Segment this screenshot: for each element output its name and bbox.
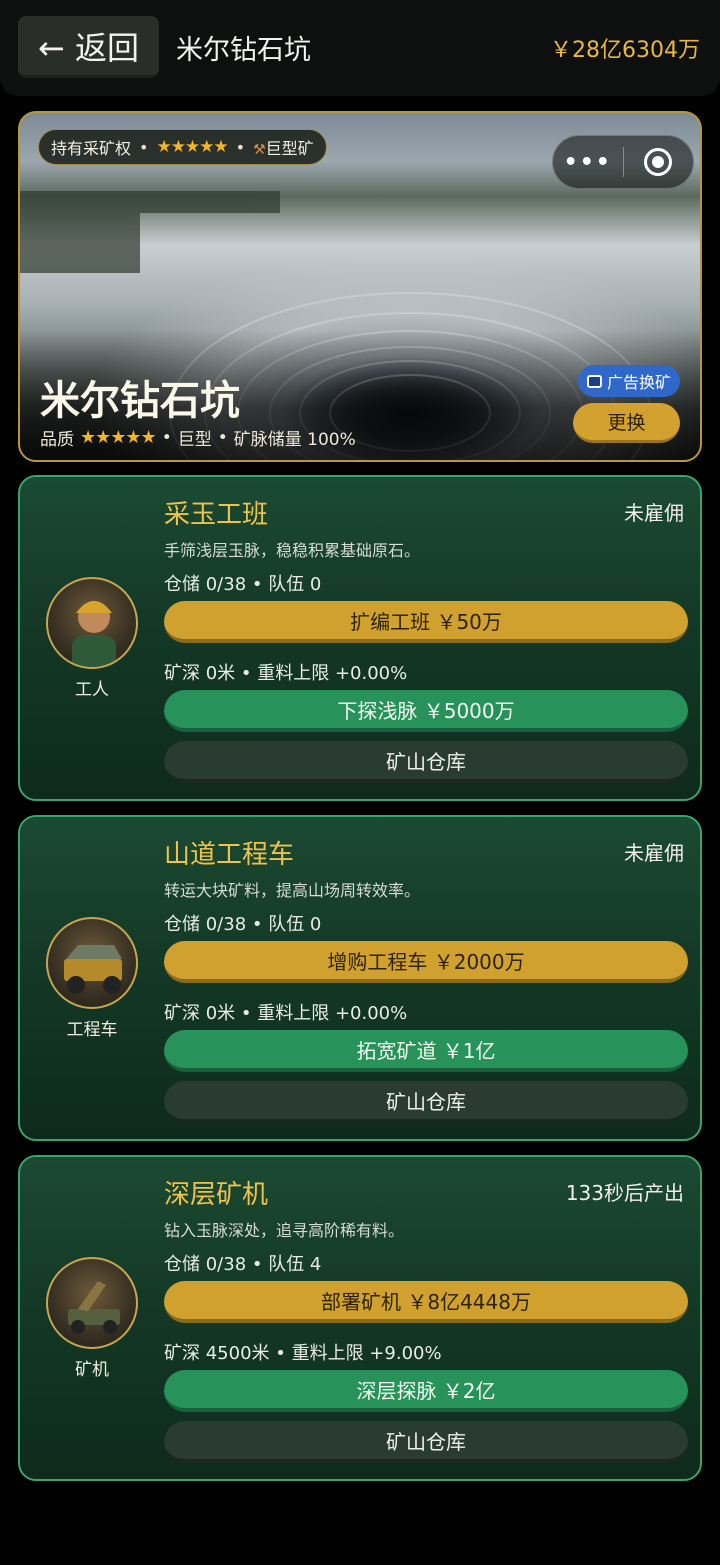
rights-tag: 持有采矿权	[51, 139, 132, 158]
star-rating-icon: ★★★★★	[156, 137, 228, 157]
depth-stats: 矿深 4500米 • 重料上限 +9.00%	[164, 1343, 442, 1364]
top-bar: ← 返回 米尔钻石坑 ￥28亿6304万	[0, 0, 720, 96]
money-balance: ￥28亿6304万	[550, 38, 700, 63]
separator-dot: •	[139, 137, 149, 157]
explore-vein-button[interactable]: 下探浅脉 ￥5000万	[164, 690, 688, 732]
unit-title: 采玉工班	[164, 500, 269, 530]
worker-icon	[46, 577, 138, 669]
mine-size: 巨型	[177, 430, 212, 450]
expand-team-button[interactable]: 扩编工班 ￥50万	[164, 601, 688, 643]
truck-icon	[46, 917, 138, 1009]
storage-team-stats: 仓储 0/38 • 队伍 0	[164, 574, 322, 595]
mini-program-capsule: •••	[552, 135, 694, 189]
drill-machine-icon	[46, 1257, 138, 1349]
avatar-label: 工人	[75, 680, 109, 700]
more-options-icon[interactable]: •••	[553, 150, 623, 175]
size-tag: ⚒巨型矿	[253, 135, 314, 159]
unit-title: 山道工程车	[164, 840, 295, 870]
avatar-label: 矿机	[75, 1360, 109, 1380]
mine-info: 品质 ★★★★★ • 巨型 • 矿脉储量 100%	[40, 425, 356, 450]
back-button[interactable]: ← 返回	[18, 16, 159, 78]
reserve-text: 矿脉储量 100%	[233, 430, 356, 450]
separator-dot: •	[217, 427, 228, 448]
buy-truck-button[interactable]: 增购工程车 ￥2000万	[164, 941, 688, 983]
size-tag-label: 巨型矿	[265, 139, 314, 158]
unit-card: 矿机 深层矿机 133秒后产出 钻入玉脉深处，追寻高阶稀有料。 仓储 0/38 …	[18, 1155, 702, 1481]
mine-hero-banner: 持有采矿权 • ★★★★★ • ⚒巨型矿 ••• 米尔钻石坑 品质 ★★★★★ …	[18, 111, 702, 462]
unit-status: 未雇佣	[624, 501, 684, 525]
deploy-machine-button[interactable]: 部署矿机 ￥8亿4448万	[164, 1281, 688, 1323]
unit-card: 工程车 山道工程车 未雇佣 转运大块矿料，提高山场周转效率。 仓储 0/38 •…	[18, 815, 702, 1141]
separator-dot: •	[161, 427, 172, 448]
tv-icon	[586, 374, 602, 388]
unit-status: 133秒后产出	[565, 1181, 684, 1205]
ad-swap-button[interactable]: 广告换矿	[577, 365, 680, 397]
warehouse-button[interactable]: 矿山仓库	[164, 1081, 688, 1123]
mine-tags: 持有采矿权 • ★★★★★ • ⚒巨型矿	[38, 129, 327, 165]
unit-status: 未雇佣	[624, 841, 684, 865]
close-target-icon[interactable]	[624, 148, 694, 176]
warehouse-button[interactable]: 矿山仓库	[164, 741, 688, 783]
quality-stars-icon: ★★★★★	[80, 427, 157, 448]
depth-stats: 矿深 0米 • 重料上限 +0.00%	[164, 663, 408, 684]
quality-label: 品质	[40, 430, 74, 450]
separator-dot: •	[235, 137, 246, 157]
deep-explore-button[interactable]: 深层探脉 ￥2亿	[164, 1370, 688, 1412]
unit-card: 工人 采玉工班 未雇佣 手筛浅层玉脉，稳稳积累基础原石。 仓储 0/38 • 队…	[18, 475, 702, 801]
unit-description: 手筛浅层玉脉，稳稳积累基础原石。	[164, 541, 421, 560]
avatar-label: 工程车	[66, 1020, 118, 1040]
unit-description: 转运大块矿料，提高山场周转效率。	[164, 881, 421, 900]
storage-team-stats: 仓储 0/38 • 队伍 4	[164, 1254, 322, 1275]
warehouse-button[interactable]: 矿山仓库	[164, 1421, 688, 1463]
unit-title: 深层矿机	[164, 1180, 269, 1210]
swap-mine-button[interactable]: 更换	[573, 403, 680, 443]
pickaxe-icon: ⚒	[253, 142, 266, 158]
mine-name: 米尔钻石坑	[40, 378, 240, 424]
depth-stats: 矿深 0米 • 重料上限 +0.00%	[164, 1003, 408, 1024]
page-title: 米尔钻石坑	[176, 35, 311, 66]
storage-team-stats: 仓储 0/38 • 队伍 0	[164, 914, 322, 935]
widen-tunnel-button[interactable]: 拓宽矿道 ￥1亿	[164, 1030, 688, 1072]
unit-description: 钻入玉脉深处，追寻高阶稀有料。	[164, 1221, 405, 1240]
ad-swap-label: 广告换矿	[606, 373, 671, 392]
